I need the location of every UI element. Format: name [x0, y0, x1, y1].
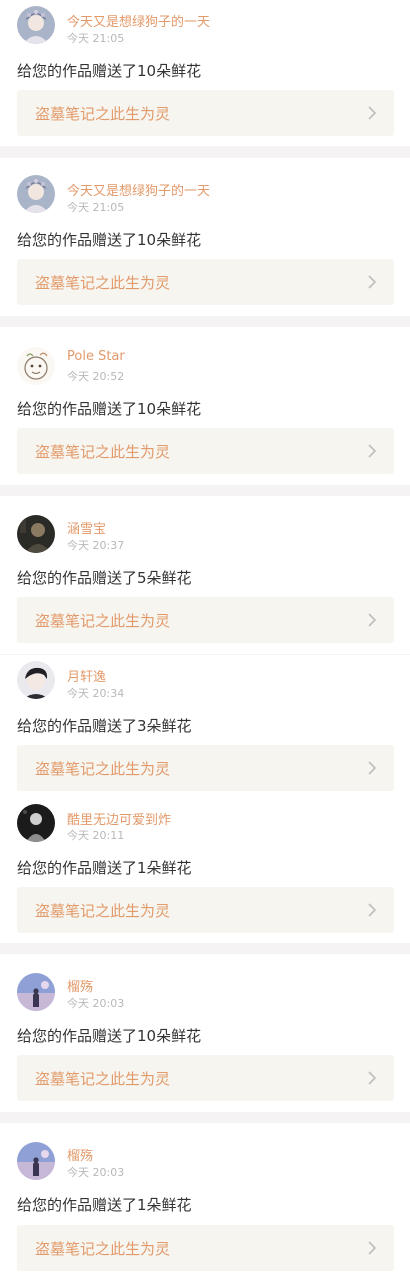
timestamp: 今天 21:05: [67, 201, 125, 214]
notification-item: 涵雪宝 今天 20:37 给您的作品赠送了5朵鲜花 盗墓笔记之此生为灵: [0, 496, 410, 654]
chevron-right-icon: [368, 106, 377, 120]
chevron-right-icon: [368, 613, 377, 627]
notification-item: 酷里无边可爱到炸 今天 20:11 给您的作品赠送了1朵鲜花 盗墓笔记之此生为灵: [0, 799, 410, 943]
work-title: 盗墓笔记之此生为灵: [35, 105, 171, 123]
work-link-card[interactable]: 盗墓笔记之此生为灵: [17, 745, 394, 791]
work-title: 盗墓笔记之此生为灵: [35, 274, 171, 292]
user-avatar[interactable]: [17, 175, 55, 213]
username[interactable]: Pole Star: [67, 349, 125, 364]
username[interactable]: 月轩逸: [67, 666, 106, 685]
work-title: 盗墓笔记之此生为灵: [35, 612, 171, 630]
chevron-right-icon: [368, 444, 377, 458]
notification-item: 月轩逸 今天 20:34 给您的作品赠送了3朵鲜花 盗墓笔记之此生为灵: [0, 655, 410, 799]
username[interactable]: 今天又是想绿狗子的一天: [67, 180, 210, 199]
gift-message: 给您的作品赠送了10朵鲜花: [17, 1027, 202, 1045]
notification-item: 榴殇 今天 20:03 给您的作品赠送了10朵鲜花 盗墓笔记之此生为灵: [0, 954, 410, 1112]
notification-item: 榴殇 今天 20:03 给您的作品赠送了1朵鲜花 盗墓笔记之此生为灵: [0, 1123, 410, 1280]
timestamp: 今天 20:37: [67, 539, 125, 552]
chevron-right-icon: [368, 1241, 377, 1255]
work-link-card[interactable]: 盗墓笔记之此生为灵: [17, 597, 394, 643]
sunset-silhouette-avatar-icon: [17, 973, 55, 1011]
work-title: 盗墓笔记之此生为灵: [35, 1240, 171, 1258]
user-avatar[interactable]: [17, 804, 55, 842]
username[interactable]: 今天又是想绿狗子的一天: [67, 11, 210, 30]
notification-item: Pole Star 今天 20:52 给您的作品赠送了10朵鲜花 盗墓笔记之此生…: [0, 327, 410, 485]
work-link-card[interactable]: 盗墓笔记之此生为灵: [17, 90, 394, 136]
gift-message: 给您的作品赠送了10朵鲜花: [17, 62, 202, 80]
dark-figure-avatar-icon: [17, 804, 55, 842]
user-avatar[interactable]: [17, 661, 55, 699]
user-avatar[interactable]: [17, 347, 55, 385]
user-avatar[interactable]: [17, 6, 55, 44]
work-link-card[interactable]: 盗墓笔记之此生为灵: [17, 259, 394, 305]
gift-message: 给您的作品赠送了1朵鲜花: [17, 859, 192, 877]
work-link-card[interactable]: 盗墓笔记之此生为灵: [17, 1055, 394, 1101]
username[interactable]: 榴殇: [67, 976, 93, 995]
work-title: 盗墓笔记之此生为灵: [35, 902, 171, 920]
chevron-right-icon: [368, 1071, 377, 1085]
work-title: 盗墓笔记之此生为灵: [35, 1070, 171, 1088]
username[interactable]: 酷里无边可爱到炸: [67, 809, 171, 828]
work-title: 盗墓笔记之此生为灵: [35, 760, 171, 778]
notification-item: 今天又是想绿狗子的一天 今天 21:05 给您的作品赠送了10朵鲜花 盗墓笔记之…: [0, 0, 410, 146]
username[interactable]: 榴殇: [67, 1145, 93, 1164]
timestamp: 今天 20:52: [67, 370, 125, 383]
gift-message: 给您的作品赠送了1朵鲜花: [17, 1196, 192, 1214]
user-avatar[interactable]: [17, 515, 55, 553]
cartoon-sketch-avatar-icon: [17, 347, 55, 385]
gift-message: 给您的作品赠送了10朵鲜花: [17, 231, 202, 249]
chevron-right-icon: [368, 275, 377, 289]
chevron-right-icon: [368, 761, 377, 775]
timestamp: 今天 20:03: [67, 997, 125, 1010]
anime-boy-avatar-icon: [17, 661, 55, 699]
user-avatar[interactable]: [17, 973, 55, 1011]
gift-message: 给您的作品赠送了10朵鲜花: [17, 400, 202, 418]
opera-character-avatar-icon: [17, 6, 55, 44]
gift-message: 给您的作品赠送了5朵鲜花: [17, 569, 192, 587]
opera-character-avatar-icon: [17, 175, 55, 213]
sunset-silhouette-avatar-icon: [17, 1142, 55, 1180]
chevron-right-icon: [368, 903, 377, 917]
dark-portrait-avatar-icon: [17, 515, 55, 553]
notification-item: 今天又是想绿狗子的一天 今天 21:05 给您的作品赠送了10朵鲜花 盗墓笔记之…: [0, 158, 410, 316]
work-link-card[interactable]: 盗墓笔记之此生为灵: [17, 887, 394, 933]
timestamp: 今天 21:05: [67, 32, 125, 45]
gift-message: 给您的作品赠送了3朵鲜花: [17, 717, 192, 735]
timestamp: 今天 20:03: [67, 1166, 125, 1179]
user-avatar[interactable]: [17, 1142, 55, 1180]
timestamp: 今天 20:34: [67, 687, 125, 700]
username[interactable]: 涵雪宝: [67, 518, 106, 537]
gift-notification-list: 今天又是想绿狗子的一天 今天 21:05 给您的作品赠送了10朵鲜花 盗墓笔记之…: [0, 0, 410, 1280]
work-title: 盗墓笔记之此生为灵: [35, 443, 171, 461]
timestamp: 今天 20:11: [67, 829, 125, 842]
work-link-card[interactable]: 盗墓笔记之此生为灵: [17, 428, 394, 474]
work-link-card[interactable]: 盗墓笔记之此生为灵: [17, 1225, 394, 1271]
